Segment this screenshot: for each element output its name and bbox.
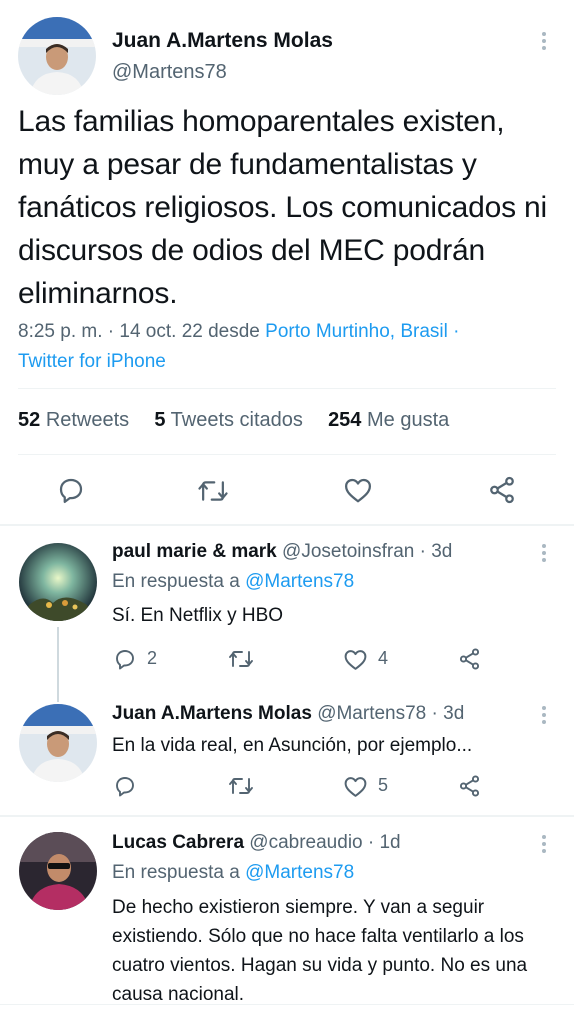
reply-avatar[interactable] bbox=[19, 832, 97, 910]
retweet-icon[interactable] bbox=[197, 476, 229, 506]
reply-to-handle[interactable]: @Martens78 bbox=[245, 862, 354, 883]
reply-author-name[interactable]: paul marie & mark bbox=[112, 541, 277, 562]
divider bbox=[18, 454, 556, 455]
share-icon[interactable] bbox=[457, 774, 482, 798]
more-options-icon[interactable] bbox=[542, 32, 546, 50]
more-options-icon[interactable] bbox=[542, 706, 546, 724]
more-options-icon[interactable] bbox=[542, 544, 546, 562]
reply-author-name[interactable]: Juan A.Martens Molas bbox=[112, 703, 312, 724]
reply-header: paul marie & mark @Josetoinsfran · 3d bbox=[112, 541, 452, 563]
divider bbox=[18, 388, 556, 389]
reply-text: En la vida real, en Asunción, por ejempl… bbox=[112, 735, 473, 756]
quotes-count: 5 bbox=[154, 409, 166, 431]
reply-to-prefix: En respuesta a bbox=[112, 862, 246, 883]
retweets-stat[interactable]: 52 Retweets bbox=[18, 409, 129, 431]
like-icon[interactable] bbox=[343, 476, 373, 504]
reply-author-handle[interactable]: @Josetoinsfran bbox=[282, 541, 414, 562]
reply-icon[interactable] bbox=[56, 475, 86, 505]
reply-icon[interactable] bbox=[113, 774, 137, 798]
reply-avatar[interactable] bbox=[19, 704, 97, 782]
reply-author-name[interactable]: Lucas Cabrera bbox=[112, 832, 244, 853]
tweet-timestamp[interactable]: 8:25 p. m. · 14 oct. 22 desde bbox=[18, 321, 265, 342]
reply-avatar[interactable] bbox=[19, 543, 97, 621]
author-name[interactable]: Juan A.Martens Molas bbox=[112, 29, 333, 53]
reply-text: De hecho existieron siempre. Y van a seg… bbox=[112, 897, 528, 1005]
retweets-label: Retweets bbox=[45, 409, 130, 431]
reply-time[interactable]: · 3d bbox=[426, 703, 465, 724]
section-divider bbox=[0, 815, 574, 817]
tweet-source-link[interactable]: Twitter for iPhone bbox=[18, 351, 166, 372]
reply-text: Sí. En Netflix y HBO bbox=[112, 605, 284, 626]
tweet-location-link[interactable]: Porto Murtinho, Brasil bbox=[265, 321, 448, 342]
reply-header: Lucas Cabrera @cabreaudio · 1d bbox=[112, 832, 401, 854]
retweets-count: 52 bbox=[18, 409, 41, 431]
retweet-icon[interactable] bbox=[228, 774, 254, 798]
likes-count: 254 bbox=[328, 409, 362, 431]
reply-author-handle[interactable]: @cabreaudio bbox=[249, 832, 362, 853]
reply-time[interactable]: · 1d bbox=[363, 832, 401, 853]
tweet-meta: 8:25 p. m. · 14 oct. 22 desde Porto Murt… bbox=[18, 317, 558, 377]
author-handle[interactable]: @Martens78 bbox=[112, 61, 227, 84]
reply-context: En respuesta a @Martens78 bbox=[112, 571, 354, 593]
quotes-label: Tweets citados bbox=[170, 409, 303, 431]
like-icon[interactable] bbox=[343, 648, 368, 671]
tweet-text: Las familias homoparentales existen, muy… bbox=[18, 105, 547, 310]
retweet-icon[interactable] bbox=[228, 647, 254, 671]
bottom-divider bbox=[0, 1004, 574, 1005]
meta-separator: · bbox=[447, 321, 460, 342]
likes-stat[interactable]: 254 Me gusta bbox=[328, 409, 449, 431]
like-count: 4 bbox=[378, 648, 389, 668]
reply-header: Juan A.Martens Molas @Martens78 · 3d bbox=[112, 703, 464, 725]
section-divider bbox=[0, 524, 574, 526]
quotes-stat[interactable]: 5 Tweets citados bbox=[154, 409, 303, 431]
tweet-stats: 52 Retweets 5 Tweets citados 254 Me gust… bbox=[18, 409, 449, 432]
like-count: 5 bbox=[378, 775, 389, 795]
reply-icon[interactable] bbox=[113, 647, 137, 671]
reply-context: En respuesta a @Martens78 bbox=[112, 862, 354, 884]
share-icon[interactable] bbox=[457, 647, 482, 671]
reply-count: 2 bbox=[147, 648, 158, 668]
reply-to-handle[interactable]: @Martens78 bbox=[245, 571, 354, 592]
reply-author-handle[interactable]: @Martens78 bbox=[317, 703, 426, 724]
likes-label: Me gusta bbox=[367, 409, 450, 431]
reply-to-prefix: En respuesta a bbox=[112, 571, 246, 592]
author-avatar[interactable] bbox=[18, 17, 96, 95]
reply-time[interactable]: · 3d bbox=[414, 541, 453, 562]
like-icon[interactable] bbox=[343, 775, 368, 798]
share-icon[interactable] bbox=[486, 475, 518, 505]
more-options-icon[interactable] bbox=[542, 835, 546, 853]
thread-line bbox=[57, 627, 59, 702]
